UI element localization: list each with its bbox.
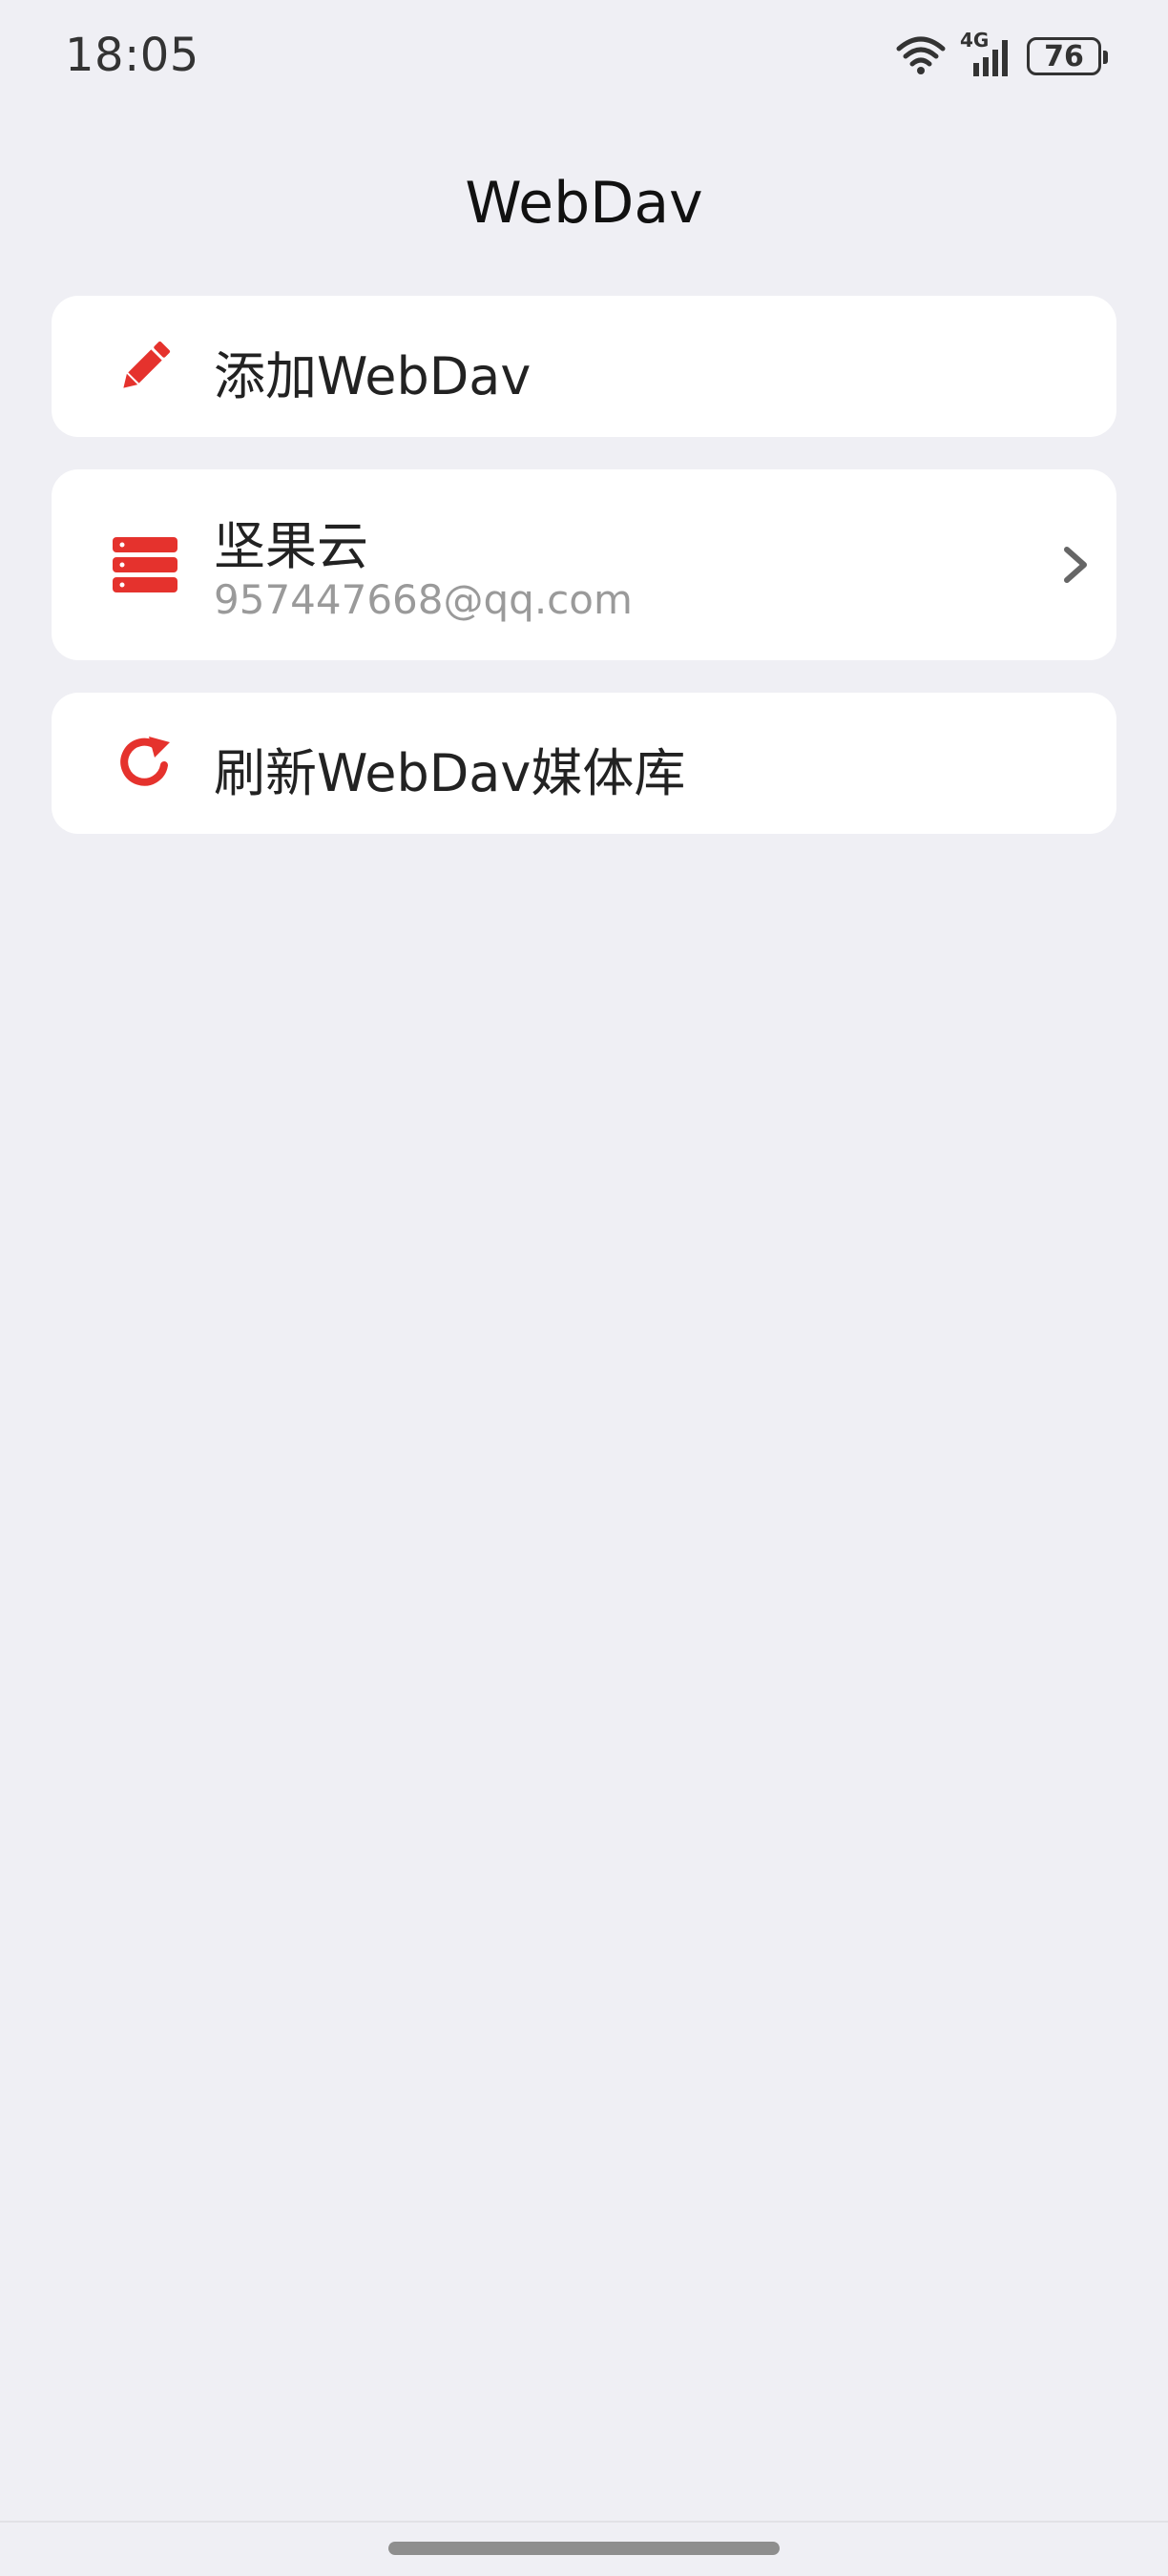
account-name: 坚果云 (214, 516, 368, 576)
status-time: 18:05 (65, 29, 199, 82)
chevron-right-icon (1053, 534, 1101, 595)
account-email: 957447668@qq.com (214, 576, 633, 623)
home-indicator[interactable] (388, 2542, 780, 2555)
battery-icon: 76 (1027, 37, 1108, 75)
refresh-icon (109, 727, 181, 800)
signal-icon: 4G (960, 29, 1013, 78)
server-icon (109, 529, 181, 601)
refresh-media-library-button[interactable]: 刷新WebDav媒体库 (52, 693, 1116, 834)
wifi-icon (895, 33, 947, 79)
status-bar: 18:05 4G 76 (0, 0, 1168, 114)
status-icons: 4G 76 (895, 29, 1108, 80)
refresh-media-library-label: 刷新WebDav媒体库 (214, 743, 686, 803)
bottom-divider (0, 2521, 1168, 2523)
battery-level: 76 (1044, 39, 1084, 73)
add-webdav-button[interactable]: 添加WebDav (52, 296, 1116, 437)
webdav-account-item[interactable]: 坚果云 957447668@qq.com (52, 469, 1116, 660)
page-title: WebDav (465, 170, 703, 237)
add-webdav-label: 添加WebDav (214, 346, 532, 406)
pencil-icon (109, 330, 181, 403)
